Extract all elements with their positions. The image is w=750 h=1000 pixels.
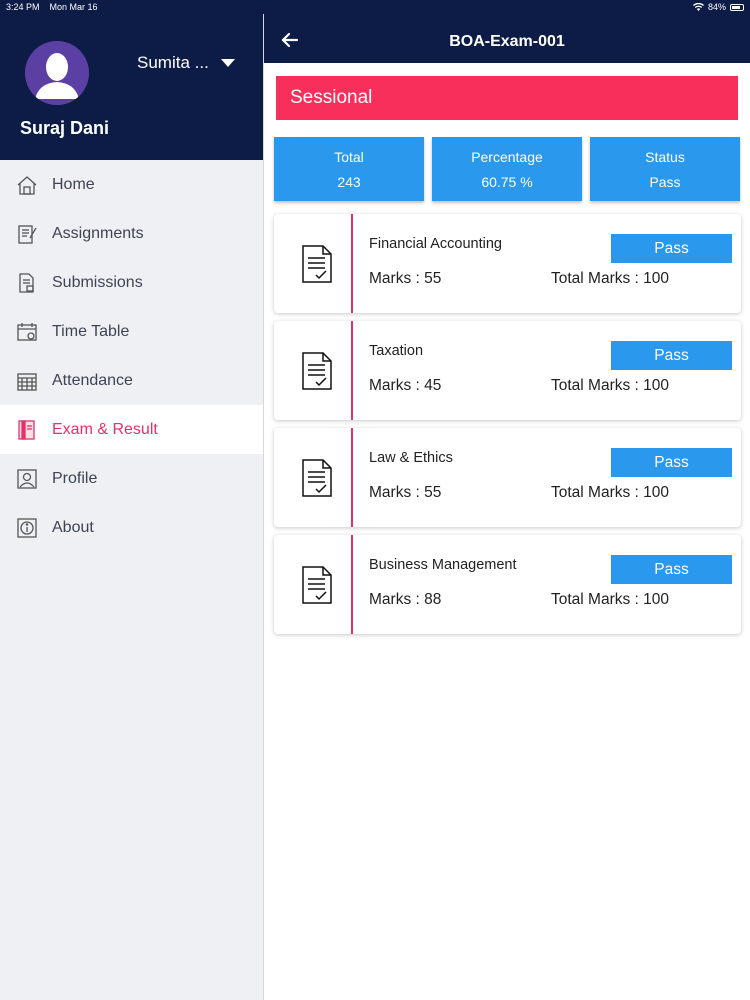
page-title: BOA-Exam-001	[449, 33, 565, 50]
sidebar-item-label: Time Table	[52, 322, 130, 340]
sidebar-item-submissions[interactable]: Submissions	[0, 258, 263, 307]
sidebar: Sumita ... Suraj Dani Home Assignments S…	[0, 0, 264, 1000]
exam-type-label: Sessional	[290, 87, 373, 108]
total-box: Total 243	[274, 137, 424, 201]
submission-icon	[16, 272, 38, 294]
result-summary: Total 243 Percentage 60.75 % Status Pass	[274, 137, 740, 201]
card-divider	[351, 535, 353, 634]
status-label: Status	[645, 149, 685, 165]
card-divider	[351, 214, 353, 313]
sidebar-item-assignments[interactable]: Assignments	[0, 209, 263, 258]
exam-type-banner: Sessional	[276, 76, 738, 120]
total-marks: Total Marks : 100	[551, 270, 670, 287]
subject-result-card[interactable]: Financial Accounting Pass Marks : 55 Tot…	[274, 214, 741, 313]
marks-obtained: Marks : 45	[369, 377, 442, 394]
sidebar-item-label: Exam & Result	[52, 420, 158, 438]
battery-percent: 84%	[707, 2, 726, 12]
wifi-icon	[692, 3, 704, 11]
sidebar-item-profile[interactable]: Profile	[0, 454, 263, 503]
subject-name: Financial Accounting	[369, 236, 502, 252]
sidebar-item-label: Assignments	[52, 224, 144, 242]
card-divider	[351, 321, 353, 420]
sidebar-item-time-table[interactable]: Time Table	[0, 307, 263, 356]
document-check-icon	[302, 352, 332, 390]
profile-icon	[16, 468, 38, 490]
document-check-icon	[302, 245, 332, 283]
sidebar-item-label: Profile	[52, 469, 98, 487]
result-status-badge: Pass	[611, 234, 732, 263]
account-switcher-label: Sumita ...	[137, 53, 209, 72]
subject-result-card[interactable]: Business Management Pass Marks : 88 Tota…	[274, 535, 741, 634]
result-status-badge: Pass	[611, 448, 732, 477]
sidebar-item-label: Home	[52, 175, 95, 193]
subject-name: Taxation	[369, 343, 424, 359]
exam-result-icon	[16, 419, 38, 441]
account-switcher[interactable]: Sumita ...	[137, 53, 235, 73]
user-silhouette-icon	[25, 41, 89, 105]
result-status-badge: Pass	[611, 341, 732, 370]
info-icon	[16, 517, 38, 539]
marks-obtained: Marks : 55	[369, 270, 442, 287]
status-box: Status Pass	[590, 137, 740, 201]
subject-result-card[interactable]: Law & Ethics Pass Marks : 55 Total Marks…	[274, 428, 741, 527]
total-value: 243	[337, 174, 361, 190]
attendance-calendar-icon	[16, 370, 38, 392]
total-marks: Total Marks : 100	[551, 484, 670, 501]
sidebar-item-exam-result[interactable]: Exam & Result	[0, 405, 263, 454]
subject-result-card[interactable]: Taxation Pass Marks : 45 Total Marks : 1…	[274, 321, 741, 420]
assignment-icon	[16, 223, 38, 245]
subject-name: Law & Ethics	[369, 450, 453, 466]
marks-obtained: Marks : 55	[369, 484, 442, 501]
avatar[interactable]	[25, 41, 89, 105]
sidebar-menu: Home Assignments Submissions Time Table …	[0, 160, 263, 552]
sidebar-item-home[interactable]: Home	[0, 160, 263, 209]
total-label: Total	[334, 149, 364, 165]
home-icon	[16, 174, 38, 196]
result-status-badge: Pass	[611, 555, 732, 584]
percentage-label: Percentage	[471, 149, 543, 165]
total-marks: Total Marks : 100	[551, 591, 670, 608]
percentage-box: Percentage 60.75 %	[432, 137, 582, 201]
calendar-icon	[16, 321, 38, 343]
total-marks: Total Marks : 100	[551, 377, 670, 394]
subject-name: Business Management	[369, 557, 517, 573]
sidebar-item-attendance[interactable]: Attendance	[0, 356, 263, 405]
marks-obtained: Marks : 88	[369, 591, 442, 608]
card-divider	[351, 428, 353, 527]
user-name: Suraj Dani	[20, 118, 110, 138]
sidebar-item-about[interactable]: About	[0, 503, 263, 552]
document-check-icon	[302, 566, 332, 604]
status-right: 84%	[692, 2, 744, 12]
sidebar-item-label: Attendance	[52, 371, 133, 389]
document-check-icon	[302, 459, 332, 497]
status-bar: 3:24 PM Mon Mar 16 84%	[0, 0, 750, 14]
main-panel: BOA-Exam-001 Sessional Total 243 Percent…	[264, 0, 750, 1000]
battery-icon	[730, 3, 744, 11]
status-date: Mon Mar 16	[49, 2, 98, 12]
percentage-value: 60.75 %	[481, 174, 533, 190]
sidebar-header: Sumita ... Suraj Dani	[0, 0, 263, 160]
sidebar-item-label: About	[52, 518, 94, 536]
status-time: 3:24 PM	[6, 2, 40, 12]
subject-result-list: Financial Accounting Pass Marks : 55 Tot…	[274, 214, 741, 642]
status-value: Pass	[649, 174, 681, 190]
sidebar-item-label: Submissions	[52, 273, 143, 291]
caret-down-icon	[220, 59, 235, 67]
